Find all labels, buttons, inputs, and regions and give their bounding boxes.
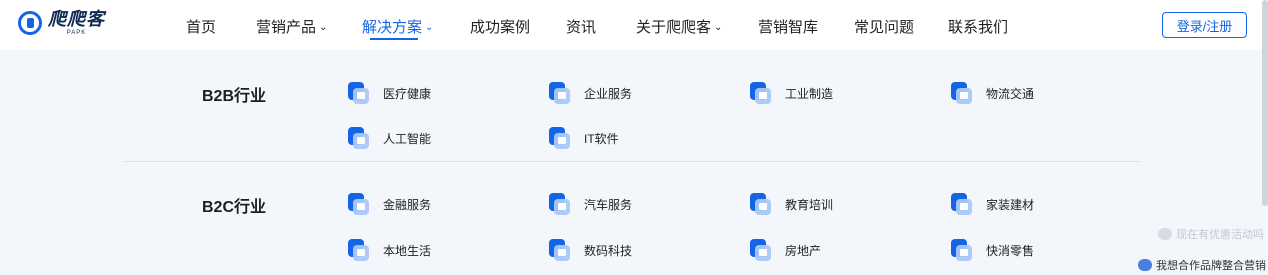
solution-item-finance[interactable]: 金融服务 [348, 193, 431, 215]
car-icon [549, 193, 571, 215]
nav-item-about[interactable]: 关于爬爬客 ⌄ [636, 16, 722, 37]
page-scrollbar[interactable] [1262, 0, 1268, 206]
healthcare-icon [348, 82, 370, 104]
solution-item-enterprise-services[interactable]: 企业服务 [549, 82, 632, 104]
solutions-dropdown-panel: B2B行业 医疗健康 企业服务 工业制造 物流交通 人工智能 IT软件 B2C行… [0, 50, 1268, 275]
local-life-icon [348, 239, 370, 261]
finance-icon [348, 193, 370, 215]
it-software-icon [549, 127, 571, 149]
solution-item-real-estate[interactable]: 房地产 [750, 239, 821, 261]
logo-subtitle: PAPK [66, 30, 87, 36]
logistics-icon [951, 82, 973, 104]
solution-item-ai[interactable]: 人工智能 [348, 127, 431, 149]
chat-bubble-icon [1138, 259, 1152, 271]
manufacturing-icon [750, 82, 772, 104]
chat-suggestion-discount[interactable]: 现在有优惠活动吗 [1158, 226, 1264, 242]
solution-item-manufacturing[interactable]: 工业制造 [750, 82, 833, 104]
nav-item-solutions[interactable]: 解决方案 ⌄ [362, 16, 433, 37]
nav-item-news[interactable]: 资讯 [566, 16, 596, 37]
solution-item-home-building[interactable]: 家装建材 [951, 193, 1034, 215]
nav-item-home[interactable]: 首页 [186, 16, 216, 37]
ai-icon [348, 127, 370, 149]
chat-suggestion-cooperation[interactable]: 我想合作品牌整合营销 [1138, 257, 1266, 273]
nav-item-faq[interactable]: 常见问题 [854, 16, 914, 37]
solution-item-logistics[interactable]: 物流交通 [951, 82, 1034, 104]
nav-item-think-tank[interactable]: 营销智库 [758, 16, 818, 37]
solution-item-local-life[interactable]: 本地生活 [348, 239, 431, 261]
chevron-down-icon: ⌄ [714, 22, 723, 33]
top-navigation-bar: 爬爬客 PAPK 首页 营销产品 ⌄ 解决方案 ⌄ 成功案例 资讯 关于爬爬客 ⌄ 营… [0, 0, 1268, 50]
home-building-icon [951, 193, 973, 215]
section-divider [124, 161, 1140, 162]
retail-icon [951, 239, 973, 261]
enterprise-icon [549, 82, 571, 104]
real-estate-icon [750, 239, 772, 261]
camera-icon [549, 239, 571, 261]
solution-item-fmcg-retail[interactable]: 快消零售 [951, 239, 1034, 261]
b2c-section-title: B2C行业 [202, 199, 267, 216]
active-nav-indicator [370, 38, 418, 40]
logo-icon [18, 11, 42, 35]
chevron-down-icon: ⌄ [425, 22, 434, 33]
site-logo[interactable]: 爬爬客 PAPK [18, 10, 105, 36]
solution-item-it-software[interactable]: IT软件 [549, 127, 619, 149]
solution-item-digital-tech[interactable]: 数码科技 [549, 239, 632, 261]
chat-bubble-icon [1158, 228, 1172, 240]
logo-name: 爬爬客 [48, 9, 105, 29]
solution-item-auto[interactable]: 汽车服务 [549, 193, 632, 215]
solution-item-education[interactable]: 教育培训 [750, 193, 833, 215]
nav-item-products[interactable]: 营销产品 ⌄ [256, 16, 327, 37]
nav-item-cases[interactable]: 成功案例 [470, 16, 530, 37]
education-icon [750, 193, 772, 215]
solution-item-healthcare[interactable]: 医疗健康 [348, 82, 431, 104]
chevron-down-icon: ⌄ [319, 22, 328, 33]
nav-item-contact[interactable]: 联系我们 [948, 16, 1008, 37]
login-register-button[interactable]: 登录/注册 [1162, 12, 1247, 38]
b2b-section-title: B2B行业 [202, 88, 267, 105]
